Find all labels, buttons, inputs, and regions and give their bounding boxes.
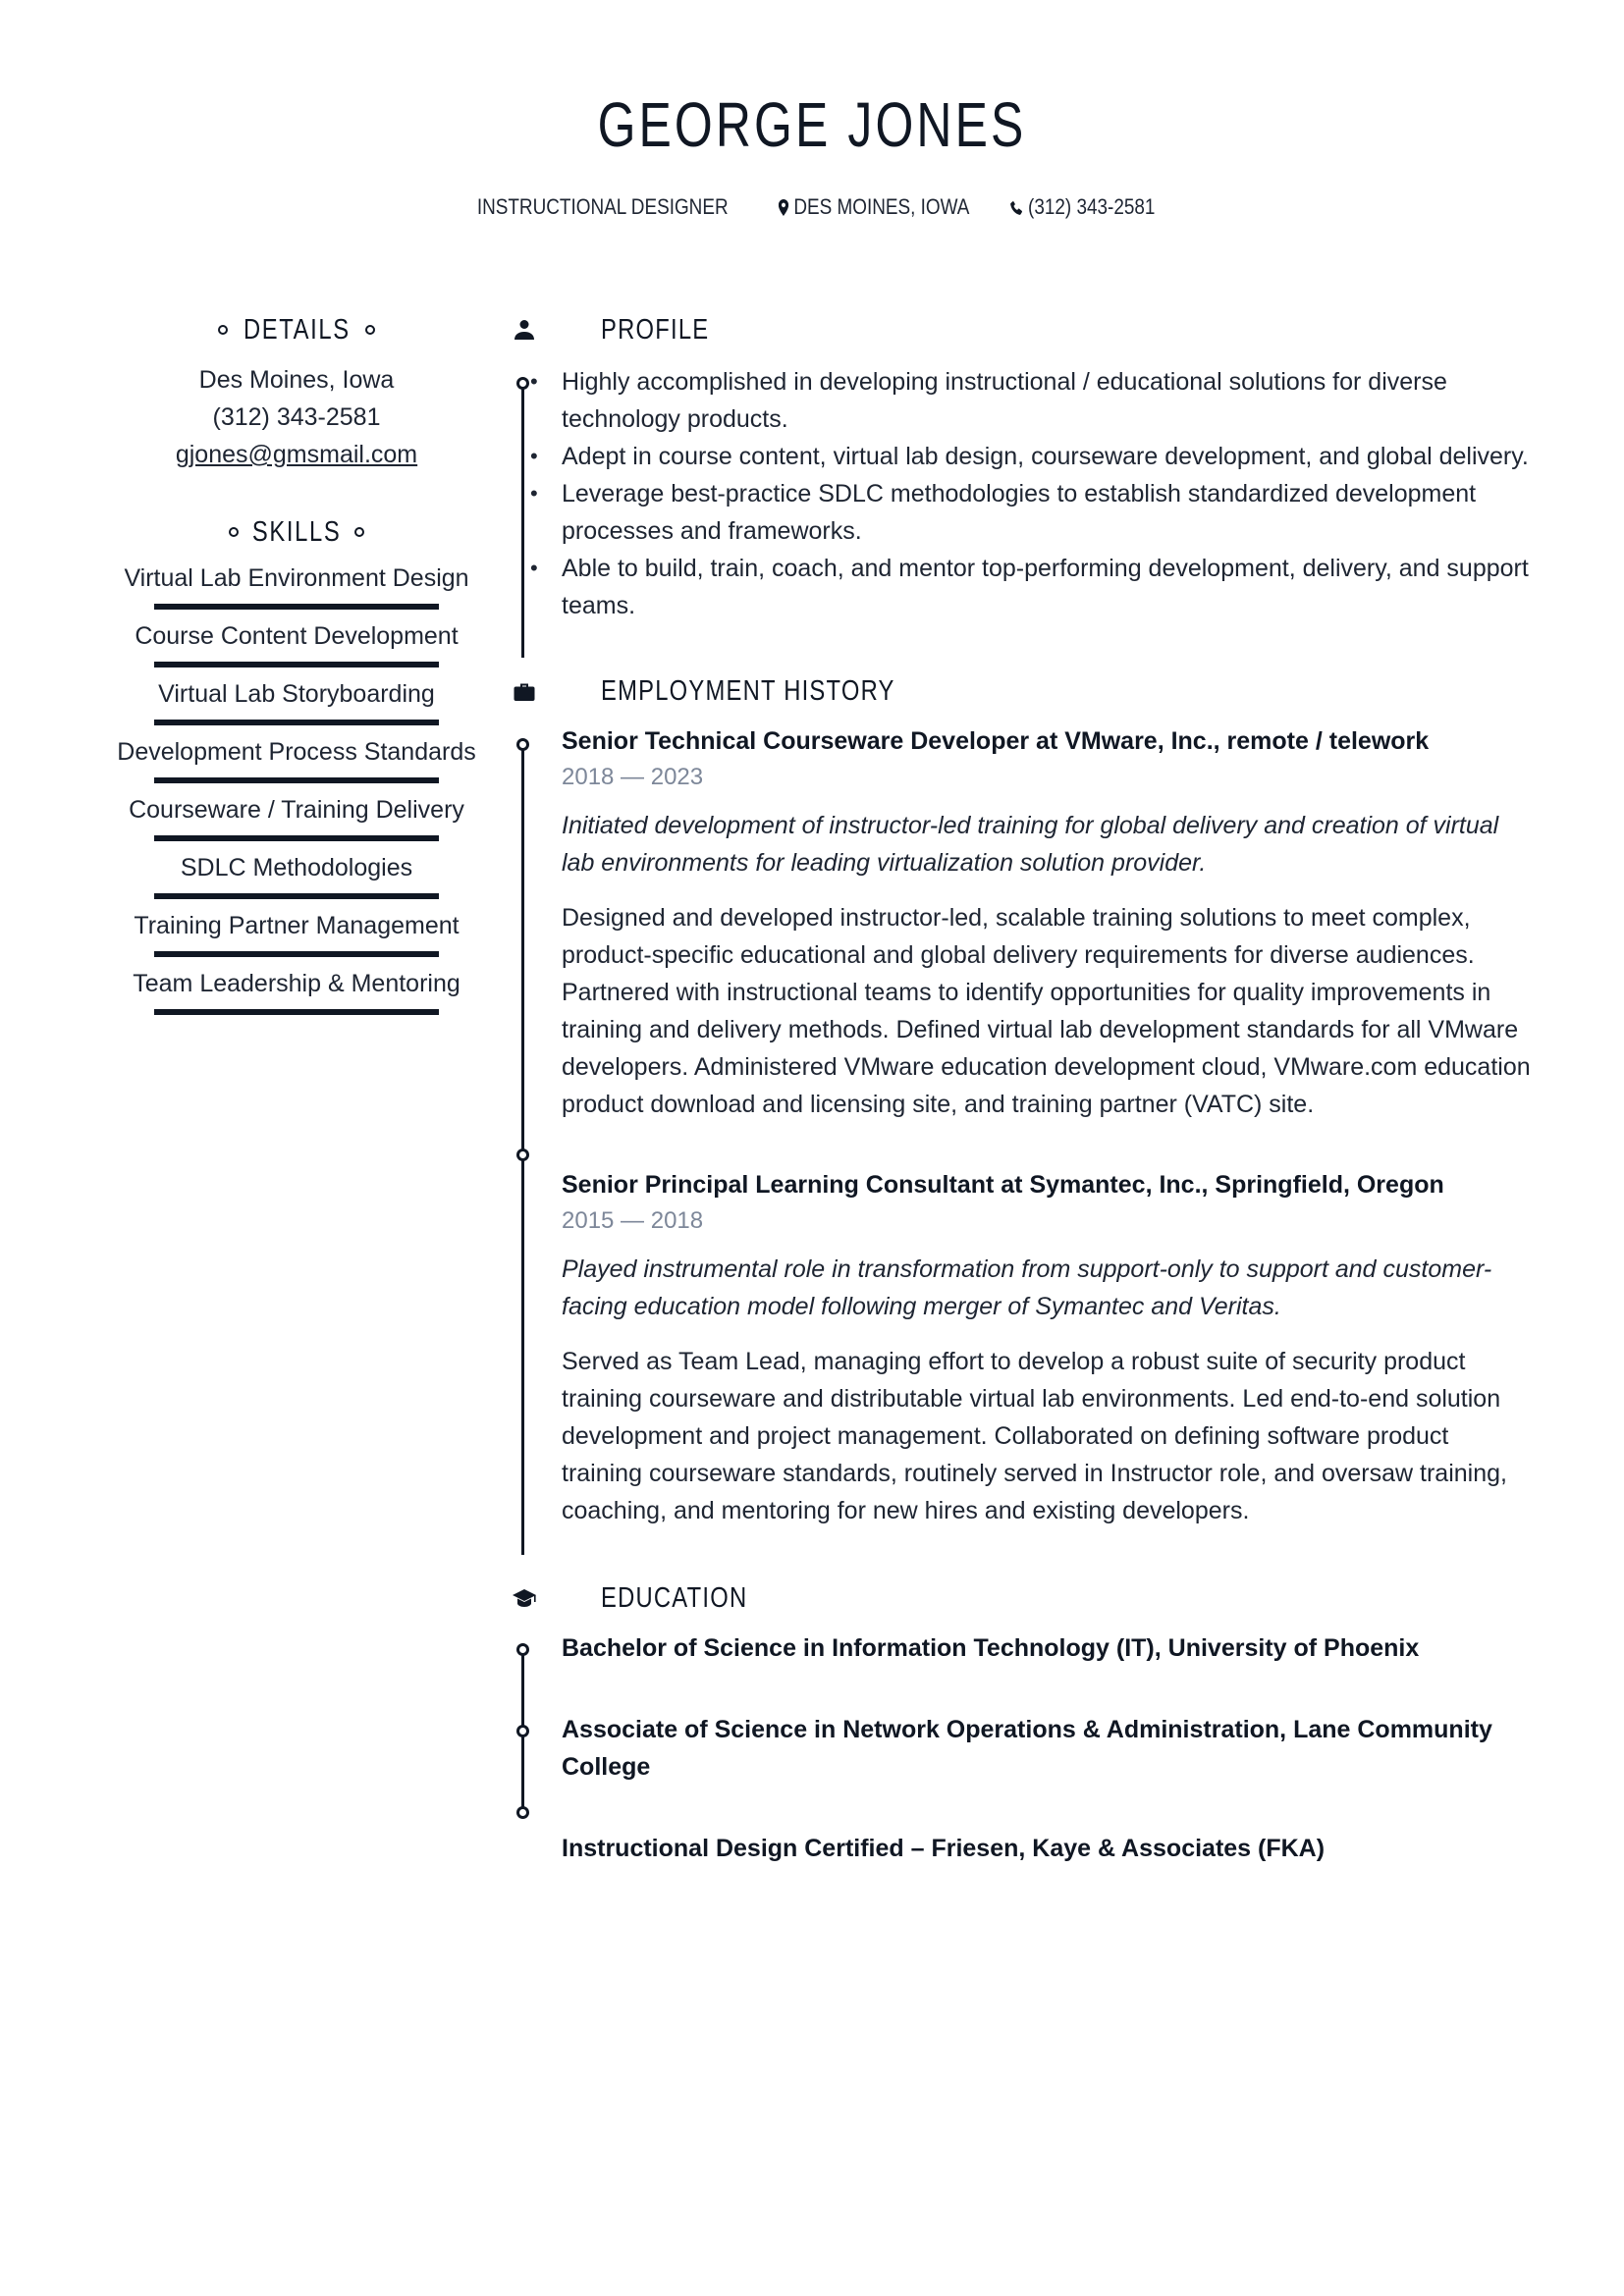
profile-bullet: Highly accomplished in developing instru…: [501, 363, 1532, 438]
employment-section: EMPLOYMENT HISTORY Senior Technical Cour…: [501, 671, 1532, 1555]
skill-level-fill: [154, 893, 439, 899]
skill-level-fill: [154, 777, 439, 783]
header-subline: INSTRUCTIONAL DESIGNER DES MOINES, IOWA …: [0, 194, 1624, 220]
details-phone: (312) 343-2581: [212, 403, 381, 431]
skill-level-fill: [154, 720, 439, 725]
skill-level-bar: [154, 604, 439, 610]
skill-label: Course Content Development: [135, 622, 459, 650]
ring-icon: [354, 527, 365, 537]
candidate-name: GEORGE JONES: [597, 89, 1027, 160]
job-title: INSTRUCTIONAL DESIGNER: [477, 194, 730, 219]
skill-item: Course Content Development: [108, 619, 485, 667]
skill-item: Virtual Lab Storyboarding: [108, 677, 485, 725]
employment-header: EMPLOYMENT HISTORY: [501, 671, 1532, 711]
skill-label: Virtual Lab Storyboarding: [158, 680, 435, 708]
ring-icon: [365, 325, 376, 335]
profile-section: PROFILE Highly accomplished in developin…: [501, 310, 1532, 658]
skill-item: SDLC Methodologies: [108, 851, 485, 899]
skill-label: Training Partner Management: [134, 912, 460, 939]
education-list: Bachelor of Science in Information Techn…: [562, 1629, 1532, 1867]
job-entry: Senior Principal Learning Consultant at …: [562, 1166, 1532, 1529]
profile-bullets: Highly accomplished in developing instru…: [501, 363, 1532, 624]
job-title: Senior Principal Learning Consultant at …: [562, 1171, 1444, 1199]
skill-level-bar: [154, 777, 439, 783]
skill-level-bar: [154, 1009, 439, 1015]
education-section: EDUCATION Bachelor of Science in Informa…: [501, 1578, 1532, 1867]
job-description: Designed and developed instructor-led, s…: [562, 904, 1531, 1118]
skill-item: Team Leadership & Mentoring: [108, 967, 485, 1015]
skill-item: Virtual Lab Environment Design: [108, 561, 485, 610]
job-dates: 2018 — 2023: [562, 764, 704, 790]
header-location: DES MOINES, IOWA: [778, 194, 970, 220]
right-column: PROFILE Highly accomplished in developin…: [501, 310, 1532, 1867]
skill-label: SDLC Methodologies: [180, 854, 413, 881]
skills-heading: SKILLS: [108, 512, 485, 552]
profile-bullet: Adept in course content, virtual lab des…: [501, 438, 1532, 475]
skill-level-fill: [154, 604, 439, 610]
ring-icon: [228, 527, 239, 537]
details-email-link[interactable]: gjones@gmsmail.com: [176, 441, 417, 468]
job-summary: Played instrumental role in transformati…: [562, 1255, 1492, 1320]
skill-label: Virtual Lab Environment Design: [124, 564, 469, 592]
skill-level-fill: [154, 951, 439, 957]
jobs-list: Senior Technical Courseware Developer at…: [562, 722, 1532, 1529]
employment-title: EMPLOYMENT HISTORY: [601, 674, 895, 707]
skill-level-bar: [154, 893, 439, 899]
job-entry: Senior Technical Courseware Developer at…: [562, 722, 1532, 1123]
phone-icon: [1010, 200, 1023, 215]
profile-header: PROFILE: [501, 310, 1532, 349]
timeline-node: [516, 1148, 529, 1161]
education-header: EDUCATION: [501, 1578, 1532, 1618]
graduation-cap-icon: [501, 1587, 548, 1609]
skill-item: Training Partner Management: [108, 909, 485, 957]
skill-label: Courseware / Training Delivery: [129, 796, 464, 824]
education-title: EDUCATION: [601, 1581, 748, 1614]
timeline-node: [516, 1806, 529, 1819]
timeline-node: [516, 1643, 529, 1656]
details-city: Des Moines, Iowa: [198, 366, 395, 394]
details-heading: DETAILS: [108, 310, 485, 349]
profile-bullet: Leverage best-practice SDLC methodologie…: [501, 475, 1532, 550]
skills-list: Virtual Lab Environment Design Course Con…: [108, 561, 485, 1015]
details-block: Des Moines, Iowa (312) 343-2581 gjones@g…: [108, 361, 485, 473]
skill-level-bar: [154, 662, 439, 667]
job-dates: 2015 — 2018: [562, 1207, 704, 1234]
skill-level-fill: [154, 1009, 439, 1015]
education-item: Associate of Science in Network Operatio…: [562, 1716, 1492, 1781]
skill-label: Team Leadership & Mentoring: [133, 970, 460, 997]
skill-level-fill: [154, 835, 439, 841]
left-column: DETAILS Des Moines, Iowa (312) 343-2581 …: [108, 310, 485, 1015]
briefcase-icon: [501, 680, 548, 702]
job-title: Senior Technical Courseware Developer at…: [562, 727, 1430, 755]
map-pin-icon: [778, 198, 789, 216]
timeline-node: [516, 1725, 529, 1737]
job-summary: Initiated development of instructor-led …: [562, 812, 1499, 877]
skill-level-fill: [154, 662, 439, 667]
skill-level-bar: [154, 720, 439, 725]
skill-label: Development Process Standards: [117, 738, 476, 766]
ring-icon: [217, 325, 228, 335]
header-phone: (312) 343-2581: [1010, 194, 1156, 220]
person-icon: [501, 319, 548, 341]
timeline-line: [521, 740, 524, 1555]
skill-level-bar: [154, 835, 439, 841]
profile-title: PROFILE: [601, 313, 710, 346]
skill-item: Courseware / Training Delivery: [108, 793, 485, 841]
education-item: Bachelor of Science in Information Techn…: [562, 1634, 1420, 1662]
profile-bullet: Able to build, train, coach, and mentor …: [501, 550, 1532, 624]
phone-text: (312) 343-2581: [1028, 194, 1156, 219]
skill-level-bar: [154, 951, 439, 957]
job-description: Served as Team Lead, managing effort to …: [562, 1348, 1507, 1524]
timeline-node: [516, 738, 529, 751]
skill-item: Development Process Standards: [108, 735, 485, 783]
location-text: DES MOINES, IOWA: [793, 194, 970, 219]
education-item: Instructional Design Certified – Friesen…: [562, 1835, 1326, 1862]
